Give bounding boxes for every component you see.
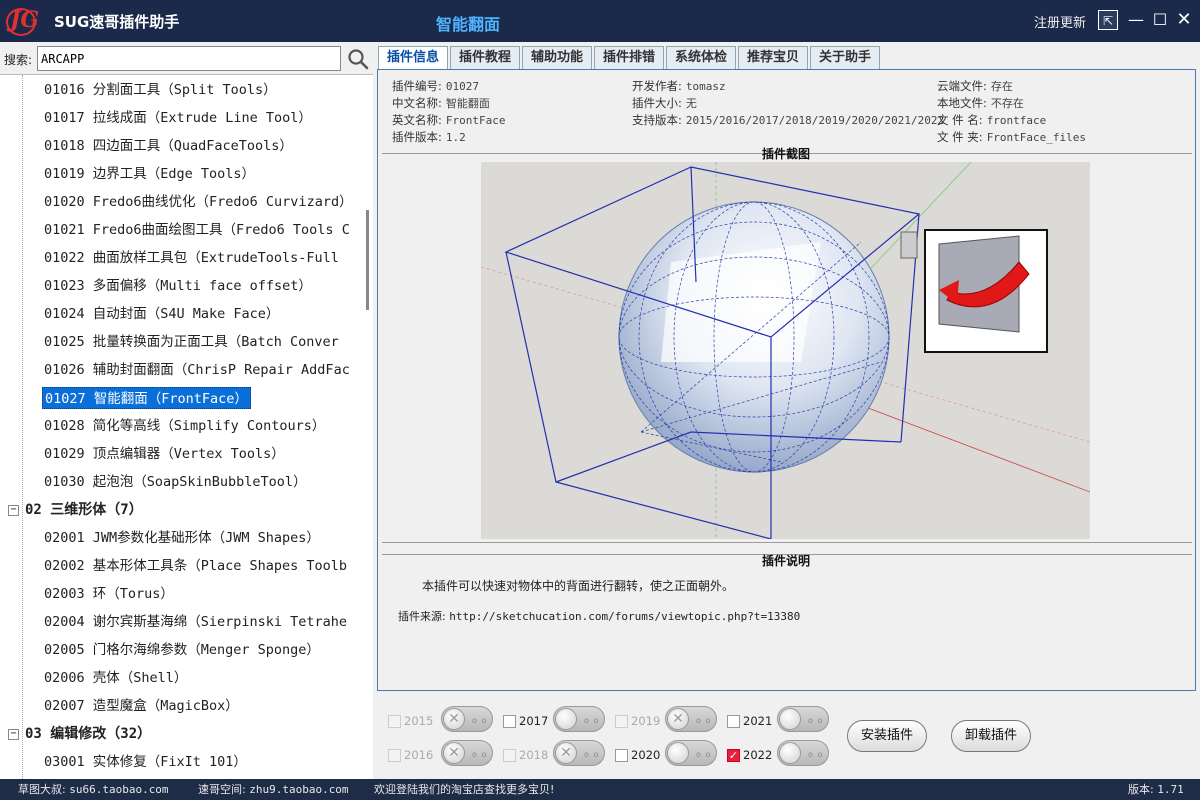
maximize-icon[interactable]: ☐ bbox=[1150, 10, 1170, 30]
tree-group-label: 02 三维形体（7） bbox=[25, 502, 143, 518]
title-bar: JG SUG速哥插件助手 智能翻面 注册更新 ⇱ — ☐ ✕ bbox=[0, 0, 1200, 42]
collapse-icon[interactable]: − bbox=[8, 728, 19, 740]
tree-item[interactable]: 01019 边界工具（Edge Tools） bbox=[42, 163, 257, 185]
tree-group[interactable]: −02 三维形体（7） bbox=[8, 499, 143, 521]
tree-item[interactable]: 02004 谢尔宾斯基海绵（Sierpinski Tetrahe bbox=[42, 611, 349, 633]
info-author: 开发作者: tomasz bbox=[632, 79, 726, 93]
tab-tutorial[interactable]: 插件教程 bbox=[450, 46, 520, 70]
info-support: 支持版本: 2015/2016/2017/2018/2019/2020/2021/… bbox=[632, 113, 945, 127]
info-version: 插件版本: 1.2 bbox=[392, 130, 466, 144]
screenshot-title: 插件截图 bbox=[762, 147, 811, 161]
tree-item[interactable]: 02002 基本形体工具条（Place Shapes Toolb bbox=[42, 555, 349, 577]
tree-item[interactable]: 02006 壳体（Shell） bbox=[42, 667, 189, 689]
version-checkbox[interactable] bbox=[727, 715, 740, 728]
search-icon[interactable] bbox=[347, 48, 369, 70]
tree-item[interactable]: 01016 分割面工具（Split Tools） bbox=[42, 79, 279, 101]
search-label: 搜索: bbox=[4, 53, 33, 67]
version-2016-toggle: ✕ o o bbox=[441, 740, 493, 766]
tree-item[interactable]: 01028 简化等高线（Simplify Contours） bbox=[42, 415, 327, 437]
app-name: SUG速哥插件助手 bbox=[54, 13, 180, 31]
version-checkbox bbox=[503, 749, 516, 762]
tree-item[interactable]: 01023 多面偏移（Multi face offset） bbox=[42, 275, 314, 297]
tab-recommend[interactable]: 推荐宝贝 bbox=[738, 46, 808, 70]
version-checkbox-checked[interactable]: ✓ bbox=[727, 749, 740, 762]
tree-item[interactable]: 01018 四边面工具（QuadFaceTools） bbox=[42, 135, 295, 157]
version-selector: 2015 ✕ o o 2016 ✕ o o 2017 o o 2018 ✕ o o 2… bbox=[378, 700, 1196, 778]
version-2021-toggle[interactable]: o o bbox=[777, 706, 829, 732]
app-logo-icon: JG bbox=[6, 6, 39, 36]
tab-plugin-info[interactable]: 插件信息 bbox=[378, 46, 448, 71]
restore-icon[interactable]: ⇱ bbox=[1098, 10, 1118, 30]
tree-item[interactable]: 02005 门格尔海绵参数（Menger Sponge） bbox=[42, 639, 322, 661]
tree-item[interactable]: 01022 曲面放样工具包（ExtrudeTools-Full bbox=[42, 247, 341, 269]
tree-item[interactable]: 01024 自动封面（S4U Make Face） bbox=[42, 303, 281, 325]
tab-system-check[interactable]: 系统体检 bbox=[666, 46, 736, 70]
info-en-name: 英文名称: FrontFace bbox=[392, 113, 506, 127]
status-welcome: 欢迎登陆我们的淘宝店查找更多宝贝! bbox=[374, 783, 555, 796]
info-folder: 文 件 夹: FrontFace_files bbox=[937, 130, 1087, 144]
version-2022-toggle[interactable]: o o bbox=[777, 740, 829, 766]
close-icon[interactable]: ✕ bbox=[1174, 10, 1194, 30]
info-filename: 文 件 名: frontface bbox=[937, 113, 1047, 127]
info-local: 本地文件: 不存在 bbox=[937, 96, 1024, 110]
tree-scrollbar[interactable] bbox=[363, 75, 373, 779]
tree-item[interactable]: 02001 JWM参数化基础形体（JWM Shapes） bbox=[42, 527, 322, 549]
tree-item[interactable]: 01021 Fredo6曲面绘图工具（Fredo6 Tools C bbox=[42, 219, 352, 241]
description-title: 插件说明 bbox=[762, 554, 811, 568]
tree-item[interactable]: 01029 顶点编辑器（Vertex Tools） bbox=[42, 443, 287, 465]
status-bar: 草图大叔: su66.taobao.com 速哥空间: zhu9.taobao.… bbox=[0, 779, 1200, 800]
window-title: 智能翻面 bbox=[436, 15, 501, 34]
version-checkbox bbox=[388, 749, 401, 762]
plugin-tree: 01016 分割面工具（Split Tools） 01017 拉线成面（Extr… bbox=[0, 75, 363, 779]
version-2020-toggle[interactable]: o o bbox=[665, 740, 717, 766]
tab-troubleshoot[interactable]: 插件排错 bbox=[594, 46, 664, 70]
status-shop1: 草图大叔: su66.taobao.com bbox=[18, 783, 169, 796]
tree-group-label: 03 编辑修改（32） bbox=[25, 726, 152, 742]
register-update-link[interactable]: 注册更新 bbox=[1034, 12, 1086, 31]
version-2015-toggle: ✕ o o bbox=[441, 706, 493, 732]
info-size: 插件大小: 无 bbox=[632, 96, 697, 110]
collapse-icon[interactable]: − bbox=[8, 504, 19, 516]
plugin-info-frame: 插件编号: 01027 中文名称: 智能翻面 英文名称: FrontFace 插件版本… bbox=[377, 69, 1196, 691]
tree-item[interactable]: 01026 辅助封面翻面（ChrisP Repair AddFac bbox=[42, 359, 352, 381]
tree-item[interactable]: 01030 起泡泡（SoapSkinBubbleTool） bbox=[42, 471, 309, 493]
search-row: 搜索: bbox=[0, 42, 373, 75]
plugin-screenshot-image bbox=[481, 162, 1090, 539]
version-checkbox bbox=[388, 715, 401, 728]
info-plugin-no: 插件编号: 01027 bbox=[392, 79, 479, 93]
version-checkbox[interactable] bbox=[615, 749, 628, 762]
version-checkbox[interactable] bbox=[503, 715, 516, 728]
search-input[interactable] bbox=[37, 46, 341, 71]
tab-aux-functions[interactable]: 辅助功能 bbox=[522, 46, 592, 70]
source-line: 插件来源: http://sketchucation.com/forums/vi… bbox=[398, 608, 800, 624]
version-2017-toggle[interactable]: o o bbox=[553, 706, 605, 732]
plugin-tree-panel: 搜索: 01016 分割面工具（Split Tools） 01017 拉线成面（… bbox=[0, 42, 373, 779]
tree-item-selected[interactable]: 01027 智能翻面（FrontFace） bbox=[42, 387, 251, 409]
description-text: 本插件可以快速对物体中的背面进行翻转，使之正面朝外。 bbox=[422, 579, 735, 593]
tree-item[interactable]: 02003 环（Torus） bbox=[42, 583, 176, 605]
uninstall-plugin-button[interactable]: 卸载插件 bbox=[951, 720, 1031, 752]
tree-item[interactable]: 01017 拉线成面（Extrude Line Tool） bbox=[42, 107, 314, 129]
source-url: http://sketchucation.com/forums/viewtopi… bbox=[449, 610, 801, 623]
version-2018-toggle: ✕ o o bbox=[553, 740, 605, 766]
tab-about[interactable]: 关于助手 bbox=[810, 46, 880, 70]
version-2019-toggle: ✕ o o bbox=[665, 706, 717, 732]
tree-item[interactable]: 02007 造型魔盒（MagicBox） bbox=[42, 695, 241, 717]
minimize-icon[interactable]: — bbox=[1126, 10, 1146, 30]
tree-item[interactable]: 01020 Fredo6曲线优化（Fredo6 Curvizard） bbox=[42, 191, 355, 213]
version-checkbox bbox=[615, 715, 628, 728]
source-label: 插件来源: bbox=[398, 610, 446, 623]
tree-guide-line bbox=[22, 75, 23, 779]
tree-item[interactable]: 01025 批量转换面为正面工具（Batch Conver bbox=[42, 331, 341, 353]
status-shop2: 速哥空间: zhu9.taobao.com bbox=[198, 783, 349, 796]
info-cloud: 云端文件: 存在 bbox=[937, 79, 1013, 93]
tree-item[interactable]: 03001 实体修复（FixIt 101） bbox=[42, 751, 249, 773]
tree-group[interactable]: −03 编辑修改（32） bbox=[8, 723, 151, 745]
scrollbar-thumb[interactable] bbox=[366, 210, 369, 310]
install-plugin-button[interactable]: 安装插件 bbox=[847, 720, 927, 752]
status-version: 版本: 1.71 bbox=[1128, 783, 1184, 796]
info-cn-name: 中文名称: 智能翻面 bbox=[392, 96, 490, 110]
